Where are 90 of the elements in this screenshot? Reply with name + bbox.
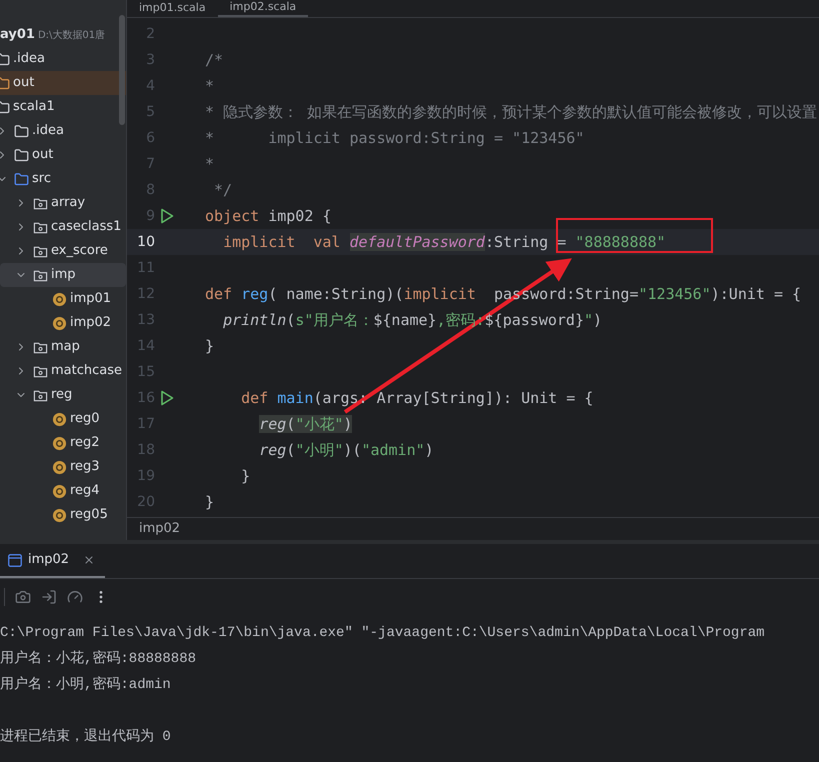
code-line: } [240,466,250,487]
tree-item[interactable]: imp01 [0,287,126,311]
tree-item[interactable]: reg4 [0,479,126,503]
package-folder-icon [33,196,48,210]
tree-item-label: out [13,74,34,92]
console-line: 用户名：小明,密码:admin [0,675,171,694]
object-icon [52,508,67,522]
tree-item[interactable]: .idea [0,47,126,71]
tree-item-label: reg2 [70,434,100,452]
exit-icon[interactable] [41,589,57,605]
package-folder-icon [33,340,48,354]
tree-item-label: matchcase [51,362,122,380]
tree-item-label: reg0 [70,410,100,428]
code-line: /* [205,50,224,71]
scrollbar-thumb[interactable] [119,15,125,125]
object-icon [52,484,67,498]
object-icon [52,412,67,426]
tree-item[interactable]: reg3 [0,455,126,479]
code-line: * implicit password:String = "123456" [205,128,584,149]
code-line: def main(args: Array[String]): Unit = { [240,388,594,409]
code-line: reg("小明")("admin") [258,440,434,461]
tree-item[interactable]: map [0,335,126,359]
folder-icon [14,124,29,138]
terminal-window-icon [8,554,22,566]
code-line: } [205,336,214,357]
tree-item-label: reg4 [70,482,100,500]
tree-item-label: map [51,338,80,356]
tree-item[interactable]: ex_score [0,239,126,263]
close-icon[interactable] [83,554,96,566]
code-line: println(s"用户名：${name},密码:${password}") [222,310,602,331]
tree-item[interactable]: out [0,71,126,95]
tree-item-label: array [51,194,86,212]
tree-item[interactable]: reg0 [0,407,126,431]
tree-item-label: imp01 [70,290,112,308]
package-folder-icon [33,244,48,258]
breadcrumb[interactable]: imp02 [139,519,180,539]
run-tab[interactable]: imp02 [0,544,106,578]
run-icon[interactable] [160,390,174,406]
code-line: * [205,76,214,97]
tree-item-label: ex_score [51,242,108,260]
editor-tab[interactable]: imp01.scala [127,0,218,17]
folder-icon [14,148,29,162]
tree-item[interactable]: scala1 [0,95,126,119]
object-icon [52,460,67,474]
console-line: 用户名：小花,密码:88888888 [0,649,196,668]
run-icon[interactable] [160,208,174,224]
tree-item-label: .idea [13,50,45,68]
tree-item[interactable]: reg [0,383,126,407]
object-icon [52,316,67,330]
console-line: C:\Program Files\Java\jdk-17\bin\java.exe" "-javaagent:C:\Users\admin\AppData\Local\Program [0,624,765,642]
code-line: object imp02 { [205,206,332,227]
tree-item[interactable]: src [0,167,126,191]
tree-item-label: reg3 [70,458,100,476]
folder-icon [14,172,29,186]
code-line: reg("小花") [258,414,352,435]
tree-item[interactable]: array [0,191,126,215]
tree-item-label: scala1 [13,98,55,116]
tree-item[interactable]: caseclass1 [0,215,126,239]
package-folder-icon [33,220,48,234]
project-name: ay01 [0,26,35,44]
tree-item[interactable]: matchcase [0,359,126,383]
object-icon [52,292,67,306]
tree-item-label: imp [51,266,76,284]
line-number: 10 [136,232,155,252]
tree-item[interactable]: reg2 [0,431,126,455]
code-line: * 隐式参数： 如果在写函数的参数的时候，预计某个参数的默认值可能会被修改，可以设置 [205,102,818,123]
tree-item-label: reg [51,386,72,404]
tree-item[interactable]: imp02 [0,311,126,335]
tree-item-label: out [32,146,54,164]
tree-item-label: caseclass1 [51,218,122,236]
object-icon [52,436,67,450]
camera-icon[interactable] [15,589,31,605]
tree-item[interactable]: out [0,143,126,167]
tree-item[interactable]: imp [0,263,126,287]
package-folder-icon [33,388,48,402]
console-line: 进程已结束，退出代码为 0 [0,728,171,746]
package-folder-icon [33,364,48,378]
project-path: D:\大数据01唐 [38,28,106,42]
code-line: * [205,154,214,175]
tree-item-label: .idea [32,122,64,140]
gauge-icon[interactable] [67,589,83,605]
editor-tab[interactable]: imp02.scala [218,0,308,17]
tree-item-label: reg05 [70,506,108,524]
code-line: } [205,492,214,513]
tree-item-label: src [32,170,51,188]
code-line: */ [213,180,232,201]
tree-item[interactable]: .idea [0,119,126,143]
tree-item[interactable]: reg05 [0,503,126,527]
tree-item-label: imp02 [70,314,112,332]
package-folder-icon [33,268,48,282]
